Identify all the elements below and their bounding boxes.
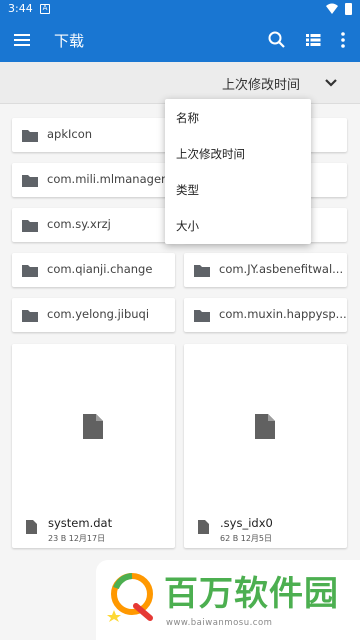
document-icon: [83, 414, 103, 439]
search-icon[interactable]: [266, 29, 288, 51]
battery-icon: [345, 3, 352, 15]
folder-name: com.qianji.change: [47, 262, 153, 276]
file-card[interactable]: system.dat 23 B 12月17日: [12, 344, 175, 548]
sort-option-modified[interactable]: 上次修改时间: [176, 146, 245, 162]
folder-icon: [22, 130, 38, 142]
folder-name: apkIcon: [47, 127, 93, 141]
document-icon: [255, 414, 275, 439]
file-name: system.dat: [48, 516, 113, 530]
sort-option-name[interactable]: 名称: [176, 110, 199, 126]
watermark-logo-icon: [107, 573, 153, 622]
folder-icon: [22, 265, 38, 277]
folder-item[interactable]: com.sy.xrzj: [12, 208, 175, 242]
folder-icon: [194, 310, 210, 322]
folder-item[interactable]: com.muxin.happysp...: [184, 298, 347, 332]
folder-name: com.yelong.jibuqi: [47, 307, 150, 321]
sort-bar: 上次修改时间: [0, 62, 360, 104]
watermark-text: 百万软件园: [164, 574, 339, 614]
status-time: 3:44: [8, 2, 33, 15]
watermark: 百万软件园 www.baiwanmosu.com: [96, 560, 360, 640]
folder-name: com.sy.xrzj: [47, 217, 111, 231]
document-icon: [26, 520, 37, 534]
wifi-icon: [326, 3, 338, 14]
file-name: .sys_idx0: [220, 516, 273, 530]
sort-option-type[interactable]: 类型: [176, 182, 199, 198]
app-bar: 下载: [0, 18, 360, 62]
sim-notification-icon: A: [40, 4, 50, 14]
chevron-down-icon[interactable]: [322, 74, 340, 92]
folder-name: com.muxin.happysp...: [219, 307, 347, 321]
hamburger-menu-icon[interactable]: [12, 30, 32, 50]
folder-name: com.JY.asbenefitwal...: [219, 262, 344, 276]
file-meta: 62 B 12月5日: [220, 534, 273, 543]
folder-icon: [194, 265, 210, 277]
folder-item[interactable]: com.qianji.change: [12, 253, 175, 287]
sort-selector-label[interactable]: 上次修改时间: [222, 74, 300, 93]
sort-option-size[interactable]: 大小: [176, 218, 199, 234]
folder-name: com.mili.mlmanager: [47, 172, 166, 186]
document-icon: [198, 520, 209, 534]
more-vert-icon[interactable]: [332, 29, 354, 51]
file-meta: 23 B 12月17日: [48, 534, 106, 543]
status-bar: 3:44 A: [0, 0, 360, 18]
list-view-icon[interactable]: [302, 29, 324, 51]
sort-dropdown-menu: 名称 上次修改时间 类型 大小: [165, 99, 311, 244]
folder-item[interactable]: apkIcon: [12, 118, 175, 152]
folder-icon: [22, 310, 38, 322]
folder-item[interactable]: com.JY.asbenefitwal...: [184, 253, 347, 287]
folder-icon: [22, 175, 38, 187]
folder-item[interactable]: com.yelong.jibuqi: [12, 298, 175, 332]
folder-icon: [22, 220, 38, 232]
watermark-url: www.baiwanmosu.com: [166, 618, 273, 628]
folder-item[interactable]: com.mili.mlmanager: [12, 163, 175, 197]
file-card[interactable]: .sys_idx0 62 B 12月5日: [184, 344, 347, 548]
page-title: 下载: [54, 32, 85, 50]
